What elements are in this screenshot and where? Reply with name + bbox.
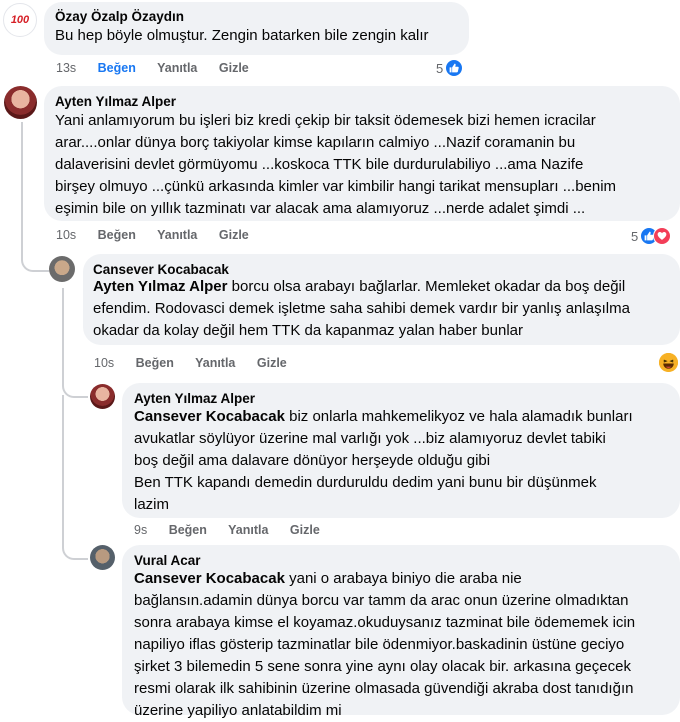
- text-line: Yani anlamıyorum bu işleri biz kredi çek…: [55, 112, 596, 129]
- text-line: sonra arabaya kimse el koyamaz.okuduysan…: [134, 614, 636, 631]
- avatar[interactable]: 100: [3, 3, 37, 37]
- comment-time[interactable]: 13s: [56, 61, 76, 75]
- text-line: napiliyo iflas gösterip tazminatlar bile…: [134, 636, 625, 653]
- text-line: avukatlar söylüyor üzerine mal varlığı y…: [134, 430, 606, 447]
- like-button[interactable]: Beğen: [136, 356, 174, 370]
- text-line: efendim. Rodovasci demek işletme saha sa…: [93, 300, 630, 317]
- reply-button[interactable]: Yanıtla: [228, 523, 268, 537]
- avatar-logo-text: 100: [10, 14, 30, 26]
- comment-time[interactable]: 9s: [134, 523, 147, 537]
- text-segment: borcu olsa arabayı bağlarlar. Memleket o…: [227, 278, 626, 295]
- comment-time[interactable]: 10s: [56, 228, 76, 242]
- like-button[interactable]: Beğen: [169, 523, 207, 537]
- reaction-count: 5: [436, 60, 444, 76]
- love-icon: [653, 227, 672, 245]
- text-line: bağlansın.adamin dünya borcu var tamm da…: [134, 592, 629, 609]
- hide-button[interactable]: Gizle: [290, 523, 320, 537]
- text-line: resmi olarak ilk sahibinin üzerine olmas…: [134, 680, 634, 697]
- comment-actions: 13s Beğen Yanıtla Gizle: [56, 61, 267, 75]
- mention-link[interactable]: Ayten Yılmaz Alper: [93, 278, 228, 295]
- avatar[interactable]: [49, 256, 75, 282]
- text-line: okadar da kolay değil hem TTK da kapanma…: [93, 322, 523, 339]
- thread-line-3: [62, 362, 88, 398]
- comment-author[interactable]: Ayten Yılmaz Alper: [134, 391, 255, 406]
- text-line: boş değil ama dalavare dönüyor herşeyde …: [134, 452, 491, 469]
- comment-text: Ayten Yılmaz Alper borcu olsa arabayı ba…: [93, 276, 678, 342]
- reaction-count: 5: [631, 228, 639, 244]
- avatar[interactable]: [4, 86, 37, 119]
- hide-button[interactable]: Gizle: [219, 228, 249, 242]
- comment-actions: 9s Beğen Yanıtla Gizle: [134, 523, 338, 537]
- comment-actions: 10s Beğen Yanıtla Gizle: [56, 228, 267, 242]
- thread-line-2: [62, 288, 64, 363]
- text-line: dalaverisini devlet görmüyomu ...koskoca…: [55, 156, 584, 173]
- text-line: Ben TTK kapandı demedin durduruldu dedim…: [134, 474, 597, 491]
- like-button[interactable]: Beğen: [98, 228, 136, 242]
- like-button[interactable]: Beğen: [98, 61, 136, 75]
- comment-author[interactable]: Ayten Yılmaz Alper: [55, 94, 176, 109]
- comment-author[interactable]: Cansever Kocabacak: [93, 262, 229, 277]
- reaction-summary[interactable]: 5: [436, 59, 464, 77]
- hide-button[interactable]: Gizle: [219, 61, 249, 75]
- text-segment: biz onlarla mahkemelikyoz ve hala alamad…: [284, 408, 633, 425]
- comment-text: Yani anlamıyorum bu işleri biz kredi çek…: [55, 110, 675, 220]
- reaction-summary[interactable]: [659, 353, 678, 372]
- text-line: Ayten Yılmaz Alper borcu olsa arabayı ba…: [93, 276, 678, 298]
- avatar[interactable]: [90, 545, 115, 570]
- mention-link[interactable]: Cansever Kocabacak: [134, 408, 285, 425]
- reply-button[interactable]: Yanıtla: [157, 61, 197, 75]
- text-line: üzerine yapiliyo anlatabildim mi: [134, 702, 342, 719]
- reaction-summary[interactable]: 5: [631, 227, 672, 245]
- comment-text: Bu hep böyle olmuştur. Zengin batarken b…: [55, 27, 429, 44]
- text-segment: yani o arabaya biniyo die araba nie: [284, 570, 522, 587]
- hide-button[interactable]: Gizle: [257, 356, 287, 370]
- text-line: arar....onlar dünya borç takiyolar kimse…: [55, 134, 576, 151]
- comment-author[interactable]: Özay Özalp Özaydın: [55, 9, 184, 24]
- like-icon: [445, 59, 464, 77]
- comment-time[interactable]: 10s: [94, 356, 114, 370]
- comment-author[interactable]: Vural Acar: [134, 553, 201, 568]
- thread-line-4: [62, 395, 88, 560]
- text-line: şirket 3 bilemedin 5 sene sonra yine ayn…: [134, 658, 631, 675]
- comment-text: Cansever Kocabacak yani o arabaya biniyo…: [134, 568, 674, 722]
- text-line: lazim: [134, 496, 170, 513]
- haha-icon: [659, 353, 678, 372]
- text-line: eşimin bile on yıllık tazminatı var alac…: [55, 200, 586, 217]
- text-line: Cansever Kocabacak yani o arabaya biniyo…: [134, 568, 674, 590]
- mention-link[interactable]: Cansever Kocabacak: [134, 570, 285, 587]
- reply-button[interactable]: Yanıtla: [157, 228, 197, 242]
- reply-button[interactable]: Yanıtla: [195, 356, 235, 370]
- avatar[interactable]: [90, 384, 115, 409]
- text-line: birşey olmuyo ...çünkü arkasında kimler …: [55, 178, 617, 195]
- comment-actions: 10s Beğen Yanıtla Gizle: [94, 356, 305, 370]
- comment-text: Cansever Kocabacak biz onlarla mahkemeli…: [134, 406, 674, 516]
- text-line: Cansever Kocabacak biz onlarla mahkemeli…: [134, 406, 674, 428]
